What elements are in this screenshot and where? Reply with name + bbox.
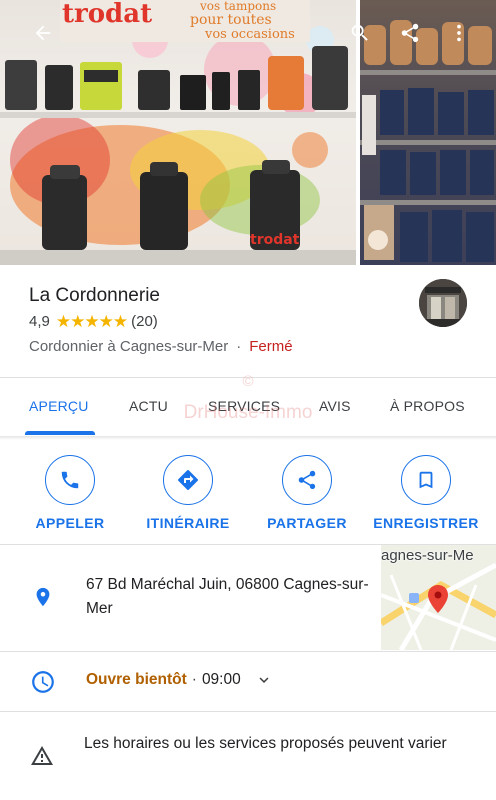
search-icon (351, 24, 368, 41)
star-icon: ★ (112, 312, 128, 331)
tab-bar: APERÇU ACTU SERVICES AVIS À PROPOS (0, 378, 496, 436)
category: Cordonnier à Cagnes-sur-Mer (29, 338, 229, 355)
star-icon: ★ (84, 312, 99, 331)
hours-separator: · (191, 671, 197, 688)
star-icon: ★ (70, 312, 85, 331)
share-top-button[interactable] (395, 18, 425, 48)
star-icon: ★ (98, 312, 114, 331)
directions-button[interactable]: ITINÉRAIRE (128, 455, 248, 531)
star-icon: ★ (55, 312, 71, 331)
directions-icon (178, 469, 199, 490)
bookmark-icon (419, 471, 433, 489)
shop-shelves-photo (360, 20, 496, 262)
warning-icon (28, 742, 56, 770)
svg-text:trodat: trodat (250, 232, 300, 248)
svg-text:pour toutes: pour toutes (190, 12, 272, 28)
secondary-photo[interactable] (360, 0, 496, 265)
save-button[interactable]: ENREGISTRER (366, 455, 486, 531)
tab-a-propos[interactable]: À PROPOS (390, 398, 465, 414)
search-button[interactable] (345, 18, 375, 48)
call-button[interactable]: APPELER (10, 455, 130, 531)
share-label: PARTAGER (267, 515, 347, 531)
expand-hours-button[interactable] (255, 671, 273, 689)
rating-stars: ★ ★ ★ ★ ★ (55, 312, 128, 331)
hours-disclaimer: Les horaires ou les services proposés pe… (84, 735, 447, 752)
storefront-thumbnail (419, 279, 467, 327)
separator: · (236, 338, 242, 355)
share-icon (401, 23, 419, 43)
tab-apercu[interactable]: APERÇU (29, 398, 89, 414)
tab-actu[interactable]: ACTU (129, 398, 168, 414)
active-tab-indicator (25, 431, 95, 435)
tab-avis[interactable]: AVIS (319, 398, 351, 414)
address-text[interactable]: 67 Bd Maréchal Juin, 06800 Cagnes-sur-Me… (86, 573, 376, 621)
save-circle[interactable] (401, 455, 451, 505)
clock-icon (29, 668, 57, 696)
rating-value: 4,9 (29, 313, 50, 330)
rating-row[interactable]: 4,9 ★ ★ ★ ★ ★ (20) (29, 313, 158, 330)
directions-label: ITINÉRAIRE (146, 515, 230, 531)
hours-row[interactable]: Ouvre bientôt · 09:00 (86, 671, 273, 689)
place-name: La Cordonnerie (29, 285, 160, 306)
share-circle[interactable] (282, 455, 332, 505)
more-options-button[interactable] (444, 18, 474, 48)
save-label: ENREGISTRER (373, 515, 479, 531)
hours-status: Ouvre bientôt (86, 671, 187, 688)
share-icon (298, 470, 316, 490)
category-row: Cordonnier à Cagnes-sur-Mer · Fermé (29, 338, 293, 355)
svg-text:trodat: trodat (62, 0, 152, 29)
tab-shadow (0, 436, 496, 440)
open-status: Fermé (249, 338, 293, 355)
call-label: APPELER (35, 515, 105, 531)
opening-time: 09:00 (201, 671, 241, 688)
chevron-down-icon (259, 677, 269, 683)
location-pin-icon (29, 583, 57, 611)
map-thumbnail[interactable]: agnes-sur-Me (381, 545, 496, 650)
call-circle[interactable] (45, 455, 95, 505)
tab-services[interactable]: SERVICES (208, 398, 280, 414)
divider (0, 651, 496, 652)
directions-circle[interactable] (163, 455, 213, 505)
arrow-back-icon (35, 25, 51, 41)
phone-icon (61, 471, 79, 489)
review-count: (20) (131, 313, 158, 330)
back-button[interactable] (28, 18, 58, 48)
map-city-label: agnes-sur-Me (381, 547, 474, 564)
divider (0, 711, 496, 712)
place-avatar[interactable] (419, 279, 467, 327)
photo-gallery[interactable]: trodat vos tampons pour toutes vos occas… (0, 0, 496, 265)
svg-text:vos occasions: vos occasions (204, 27, 295, 42)
share-button[interactable]: PARTAGER (247, 455, 367, 531)
more-vert-icon (457, 24, 461, 42)
